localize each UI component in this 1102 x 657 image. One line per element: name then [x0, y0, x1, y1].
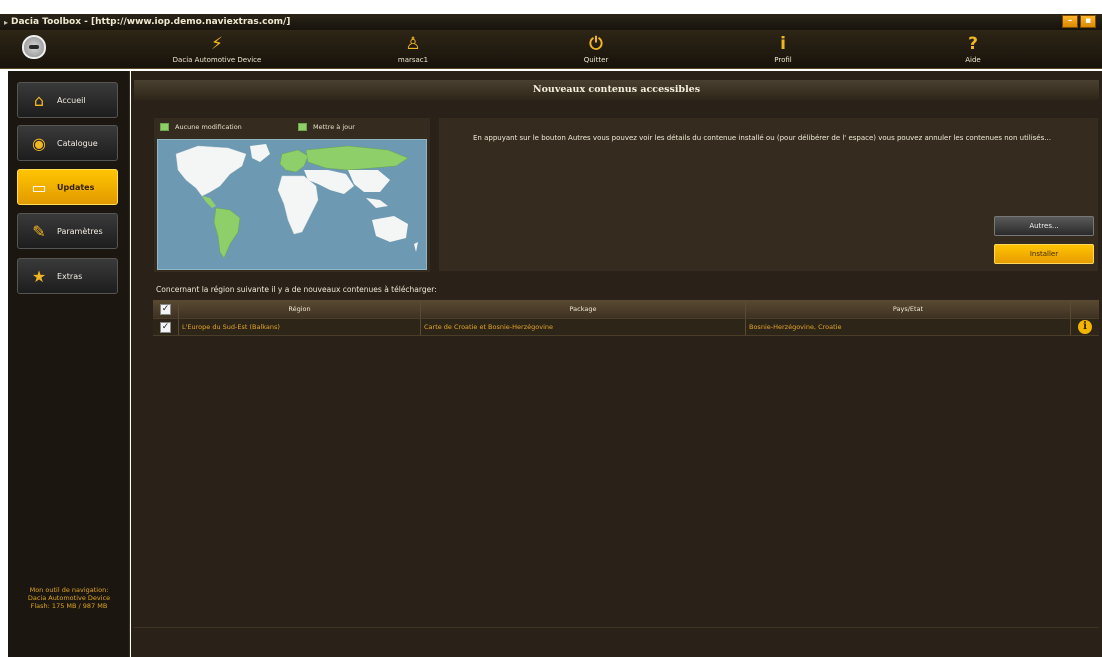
- toolbar-user-label: marsac1: [397, 56, 429, 64]
- sidebar-item-label: Extras: [57, 271, 83, 281]
- row-checkbox[interactable]: ✓: [160, 321, 171, 333]
- plug-icon: ⚡: [211, 34, 223, 54]
- row-check-cell: ✓: [153, 319, 179, 335]
- header-check-cell: ✓: [153, 300, 179, 318]
- toolbar-profile-button[interactable]: i Profil: [728, 33, 838, 65]
- toolbar-device-label: Dacia Automotive Device: [172, 56, 262, 64]
- toolbar-device-button[interactable]: ⚡ Dacia Automotive Device: [162, 33, 272, 65]
- maximize-button[interactable]: ▪: [1080, 15, 1096, 28]
- globe-icon: ◉: [32, 133, 46, 153]
- sidebar-item-label: Updates: [57, 182, 95, 192]
- world-map[interactable]: [157, 139, 427, 270]
- toolbar-user-button[interactable]: ♙ marsac1: [358, 33, 468, 65]
- column-header-region[interactable]: Région: [179, 300, 421, 318]
- help-icon: ?: [968, 34, 978, 54]
- autres-button[interactable]: Autres...: [994, 216, 1094, 236]
- sidebar-item-catalogue[interactable]: ◉ Catalogue: [17, 125, 118, 161]
- table-row[interactable]: ✓ L'Europe du Sud-Est (Balkans) Carte de…: [153, 318, 1099, 336]
- select-all-checkbox[interactable]: ✓: [160, 303, 171, 315]
- sidebar: ⌂ Accueil ◉ Catalogue ▭ Updates ✎ Paramè…: [8, 71, 130, 657]
- user-icon: ♙: [405, 34, 421, 54]
- main-panel: Nouveaux contenus accessibles Aucune mod…: [131, 71, 1102, 657]
- info-panel: En appuyant sur le bouton Autres vous po…: [439, 118, 1098, 271]
- cell-package: Carte de Croatie et Bosnie-Herzégovine: [421, 319, 746, 335]
- window-title-bar: ▸ Dacia Toolbox - [http://www.iop.demo.n…: [0, 14, 1102, 30]
- toolbar-help-label: Aide: [965, 56, 981, 64]
- table-header-row: ✓ Région Package Pays/Etat: [153, 300, 1099, 318]
- footer-divider: [134, 627, 1099, 628]
- info-text: En appuyant sur le bouton Autres vous po…: [473, 134, 1051, 142]
- sidebar-item-label: Catalogue: [57, 138, 98, 148]
- device-info: Mon outil de navigation: Dacia Automotiv…: [8, 586, 130, 610]
- toolbar-help-button[interactable]: ? Aide: [918, 33, 1028, 65]
- info-icon[interactable]: i: [1078, 320, 1092, 334]
- world-map-graphic: [175, 144, 418, 259]
- star-icon: ★: [31, 266, 47, 286]
- cell-region: L'Europe du Sud-Est (Balkans): [179, 319, 421, 335]
- legend-no-change: Aucune modification: [160, 123, 242, 131]
- legend-no-change-label: Aucune modification: [175, 123, 242, 131]
- column-header-package[interactable]: Package: [421, 300, 746, 318]
- monitor-update-icon: ▭: [31, 177, 47, 197]
- cell-info: i: [1071, 319, 1099, 335]
- window-controls: – ▪: [1062, 15, 1096, 28]
- device-info-title: Mon outil de navigation:: [29, 586, 109, 594]
- installer-button[interactable]: Installer: [994, 244, 1094, 264]
- wrench-icon: ✎: [32, 221, 46, 241]
- sidebar-item-updates[interactable]: ▭ Updates: [17, 169, 118, 205]
- toolbar-quit-label: Quitter: [583, 56, 609, 64]
- column-header-pays[interactable]: Pays/Etat: [746, 300, 1071, 318]
- page-title: Nouveaux contenus accessibles: [134, 80, 1099, 100]
- toolbar-quit-button[interactable]: ⏻ Quitter: [541, 33, 651, 65]
- sidebar-item-label: Paramètres: [57, 226, 103, 236]
- toolbar-profile-label: Profil: [774, 56, 792, 64]
- content-table: ✓ Région Package Pays/Etat ✓ L'Europe du…: [153, 300, 1099, 336]
- cell-pays: Bosnie-Herzégovine, Croatie: [746, 319, 1071, 335]
- info-icon: i: [780, 34, 786, 54]
- minimize-button[interactable]: –: [1062, 15, 1078, 28]
- legend-swatch-update: [298, 123, 307, 131]
- home-icon: ⌂: [33, 90, 45, 110]
- power-icon: ⏻: [589, 34, 603, 54]
- legend-swatch-no-change: [160, 123, 169, 131]
- top-toolbar: ⚡ Dacia Automotive Device ♙ marsac1 ⏻ Qu…: [0, 30, 1102, 69]
- sidebar-item-extras[interactable]: ★ Extras: [17, 258, 118, 294]
- app-icon: ▸: [4, 17, 9, 27]
- device-info-flash: Flash: 175 MB / 987 MB: [30, 602, 108, 610]
- region-caption: Concernant la région suivante il y a de …: [156, 285, 437, 294]
- device-info-name: Dacia Automotive Device: [27, 594, 111, 602]
- sidebar-item-parametres[interactable]: ✎ Paramètres: [17, 213, 118, 249]
- legend-update-label: Mettre à jour: [313, 123, 355, 131]
- column-header-info: [1071, 300, 1099, 318]
- window-title: Dacia Toolbox - [http://www.iop.demo.nav…: [11, 17, 291, 27]
- map-panel: Aucune modification Mettre à jour: [154, 118, 430, 272]
- legend-update: Mettre à jour: [298, 123, 355, 131]
- dacia-logo: [22, 35, 46, 59]
- sidebar-item-accueil[interactable]: ⌂ Accueil: [17, 82, 118, 118]
- sidebar-item-label: Accueil: [57, 95, 86, 105]
